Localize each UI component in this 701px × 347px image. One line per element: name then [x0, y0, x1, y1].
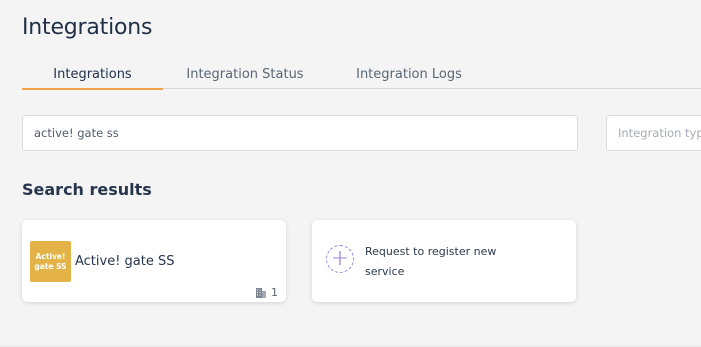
search-input[interactable]: [23, 116, 577, 150]
search-field[interactable]: [22, 115, 578, 151]
tab-integration-logs[interactable]: Integration Logs: [332, 60, 486, 88]
request-register-card[interactable]: + Request to register new service: [312, 220, 576, 302]
request-register-label[interactable]: Request to register new service: [365, 242, 510, 282]
integration-count-value: 1: [271, 286, 278, 299]
page-title: Integrations: [22, 15, 153, 40]
integration-type-filter[interactable]: [606, 115, 701, 151]
building-icon: [255, 287, 267, 299]
integration-count: 1: [255, 286, 278, 299]
tab-integration-status[interactable]: Integration Status: [170, 60, 320, 88]
integration-tabs: Integrations Integration Status Integrat…: [22, 60, 701, 90]
integration-result-card[interactable]: Active! gate SS Active! gate SS 1: [22, 220, 286, 302]
integration-name: Active! gate SS: [75, 254, 175, 269]
integrations-page: Integrations Integrations Integration St…: [0, 0, 701, 347]
search-results-title: Search results: [22, 180, 152, 199]
active-gate-ss-logo: Active! gate SS: [30, 241, 71, 282]
tab-integrations[interactable]: Integrations: [22, 60, 163, 90]
plus-circle-icon[interactable]: +: [326, 245, 354, 273]
integration-type-input[interactable]: [607, 116, 701, 150]
